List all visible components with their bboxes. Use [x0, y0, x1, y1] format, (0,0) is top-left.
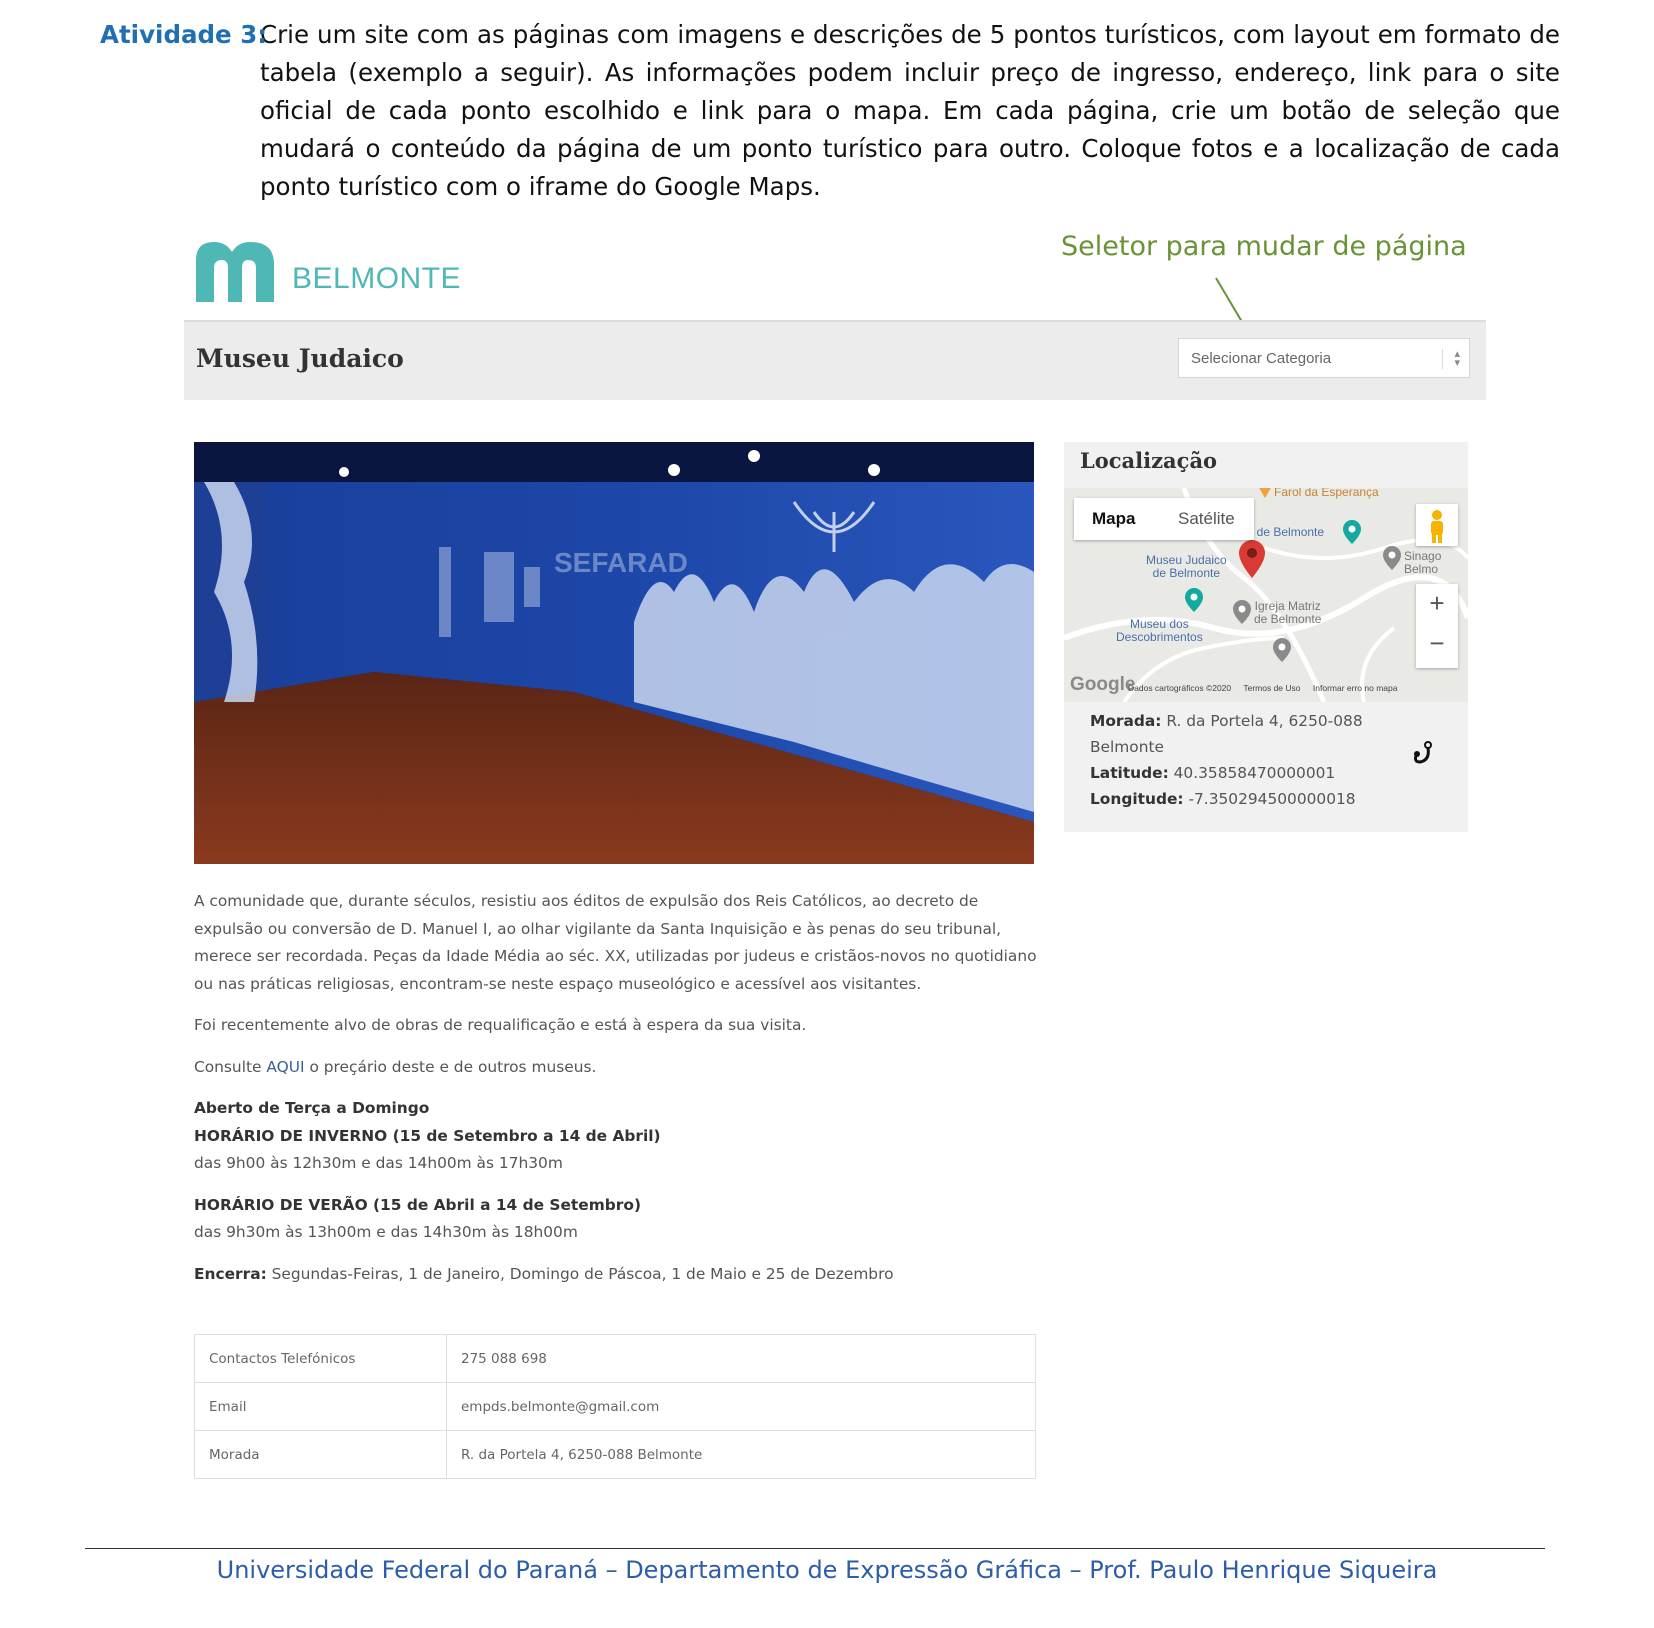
location-title: Localização: [1080, 448, 1218, 473]
map-poi-icon: [1343, 520, 1361, 544]
longitude-value: -7.350294500000018: [1183, 790, 1356, 808]
closed-label: Encerra:: [194, 1264, 267, 1283]
footer-text: Universidade Federal do Paraná – Departa…: [216, 1556, 1438, 1584]
contact-value: empds.belmonte@gmail.com: [446, 1382, 1036, 1431]
contact-value: 275 088 698: [446, 1334, 1036, 1383]
belmonte-logo[interactable]: BELMONTE: [194, 238, 464, 312]
map-label-museu-judaico: Museu Judaico de Belmonte: [1146, 553, 1227, 580]
map-label-farol: Farol da Esperança: [1274, 488, 1379, 499]
page-title: Museu Judaico: [196, 344, 404, 373]
zoom-controls: + −: [1416, 584, 1458, 668]
address-line: Morada: R. da Portela 4, 6250-088 Belmon…: [1090, 708, 1390, 760]
svg-text:SEFARAD: SEFARAD: [554, 547, 688, 578]
contact-label: Email: [194, 1382, 447, 1431]
description-paragraph-3: Consulte AQUI o preçário deste e de outr…: [194, 1054, 1038, 1082]
prices-text-after: o preçário deste e de outros museus.: [304, 1057, 597, 1076]
map-terms-link[interactable]: Termos de Uso: [1243, 683, 1300, 693]
selector-annotation: Seletor para mudar de página: [1061, 231, 1467, 262]
prices-text-before: Consulte: [194, 1057, 267, 1076]
google-map[interactable]: Farol da Esperança ...lo de Belmonte Mus…: [1064, 488, 1468, 702]
museum-photo: SEFARAD: [194, 442, 1034, 864]
street-view-pegman-icon[interactable]: [1416, 504, 1458, 546]
contact-value: R. da Portela 4, 6250-088 Belmonte: [446, 1430, 1036, 1479]
closing-days: Encerra: Segundas-Feiras, 1 de Janeiro, …: [194, 1261, 1038, 1289]
map-pin-icon: [1259, 488, 1271, 498]
page-header: Museu Judaico Selecionar Categoria ▴ ▾: [184, 320, 1486, 400]
category-select[interactable]: Selecionar Categoria ▴ ▾: [1178, 338, 1470, 378]
opening-hours-summer: HORÁRIO DE VERÃO (15 de Abril a 14 de Se…: [194, 1192, 1038, 1247]
opening-hours-winter: Aberto de Terça a Domingo HORÁRIO DE INV…: [194, 1095, 1038, 1178]
museum-poi-icon: [1185, 588, 1203, 612]
logo-text: BELMONTE: [292, 262, 462, 295]
winter-title: HORÁRIO DE INVERNO (15 de Setembro a 14 …: [194, 1126, 661, 1145]
map-label-descobrimentos: Museu dos Descobrimentos: [1116, 617, 1203, 644]
activity-text: Crie um site com as páginas com imagens …: [260, 20, 1560, 201]
google-logo: Google: [1070, 674, 1136, 695]
longitude-label: Longitude:: [1090, 790, 1184, 808]
church-poi-icon: [1233, 600, 1251, 624]
footer-divider: [85, 1548, 1545, 1549]
gray-poi-icon: [1273, 638, 1291, 662]
longitude-line: Longitude: -7.350294500000018: [1090, 786, 1390, 812]
address-label: Morada:: [1090, 712, 1162, 730]
select-separator: [1442, 349, 1443, 369]
contact-label: Contactos Telefónicos: [194, 1334, 447, 1383]
open-days: Aberto de Terça a Domingo: [194, 1099, 430, 1117]
synagogue-poi-icon: [1383, 546, 1401, 570]
zoom-out-button[interactable]: −: [1416, 628, 1458, 659]
winter-hours: das 9h00 às 12h30m e das 14h00m às 17h30…: [194, 1154, 563, 1172]
description-paragraph-1: A comunidade que, durante séculos, resis…: [194, 892, 1037, 993]
prices-link[interactable]: AQUI: [266, 1058, 304, 1076]
map-label-igreja: Igreja Matriz de Belmonte: [1254, 599, 1322, 626]
table-row: Contactos Telefónicos 275 088 698: [194, 1334, 1036, 1383]
map-data-credit: Dados cartográficos ©2020: [1128, 683, 1232, 693]
select-arrows-icon: ▴ ▾: [1454, 348, 1460, 369]
belmonte-logo-icon: [196, 242, 274, 302]
latitude-value: 40.35858470000001: [1168, 764, 1336, 782]
closed-text: Segundas-Feiras, 1 de Janeiro, Domingo d…: [266, 1264, 894, 1283]
summer-title: HORÁRIO DE VERÃO (15 de Abril a 14 de Se…: [194, 1195, 641, 1214]
map-report-link[interactable]: Informar erro no mapa: [1313, 683, 1398, 693]
description: A comunidade que, durante séculos, resis…: [194, 888, 1038, 1302]
location-widget: Localização Farol da Esperança ...lo de …: [1064, 442, 1468, 832]
latitude-line: Latitude: 40.35858470000001: [1090, 760, 1390, 786]
activity-label: Atividade 3:: [100, 20, 268, 49]
route-icon[interactable]: [1410, 740, 1434, 770]
latitude-label: Latitude:: [1090, 764, 1169, 782]
contacts-table: Contactos Telefónicos 275 088 698 Email …: [194, 1334, 1036, 1479]
map-label-sinagoga: Sinago Belmo: [1404, 549, 1442, 576]
tab-satellite[interactable]: Satélite: [1178, 509, 1235, 529]
description-paragraph-2: Foi recentemente alvo de obras de requal…: [194, 1016, 807, 1034]
category-select-value: Selecionar Categoria: [1191, 350, 1332, 367]
tab-map[interactable]: Mapa: [1092, 509, 1135, 529]
map-marker-icon: [1239, 540, 1265, 578]
table-row: Morada R. da Portela 4, 6250-088 Belmont…: [194, 1430, 1036, 1479]
map-type-tabs: Mapa Satélite: [1074, 498, 1254, 540]
table-row: Email empds.belmonte@gmail.com: [194, 1382, 1036, 1431]
zoom-in-button[interactable]: +: [1416, 588, 1458, 619]
map-footer: Dados cartográficos ©2020 Termos de Uso …: [1128, 683, 1407, 693]
contact-label: Morada: [194, 1430, 447, 1479]
summer-hours: das 9h30m às 13h00m e das 14h30m às 18h0…: [194, 1223, 578, 1241]
activity-statement: Atividade 3: Crie um site com as páginas…: [100, 16, 1560, 206]
location-info: Morada: R. da Portela 4, 6250-088 Belmon…: [1090, 708, 1390, 812]
